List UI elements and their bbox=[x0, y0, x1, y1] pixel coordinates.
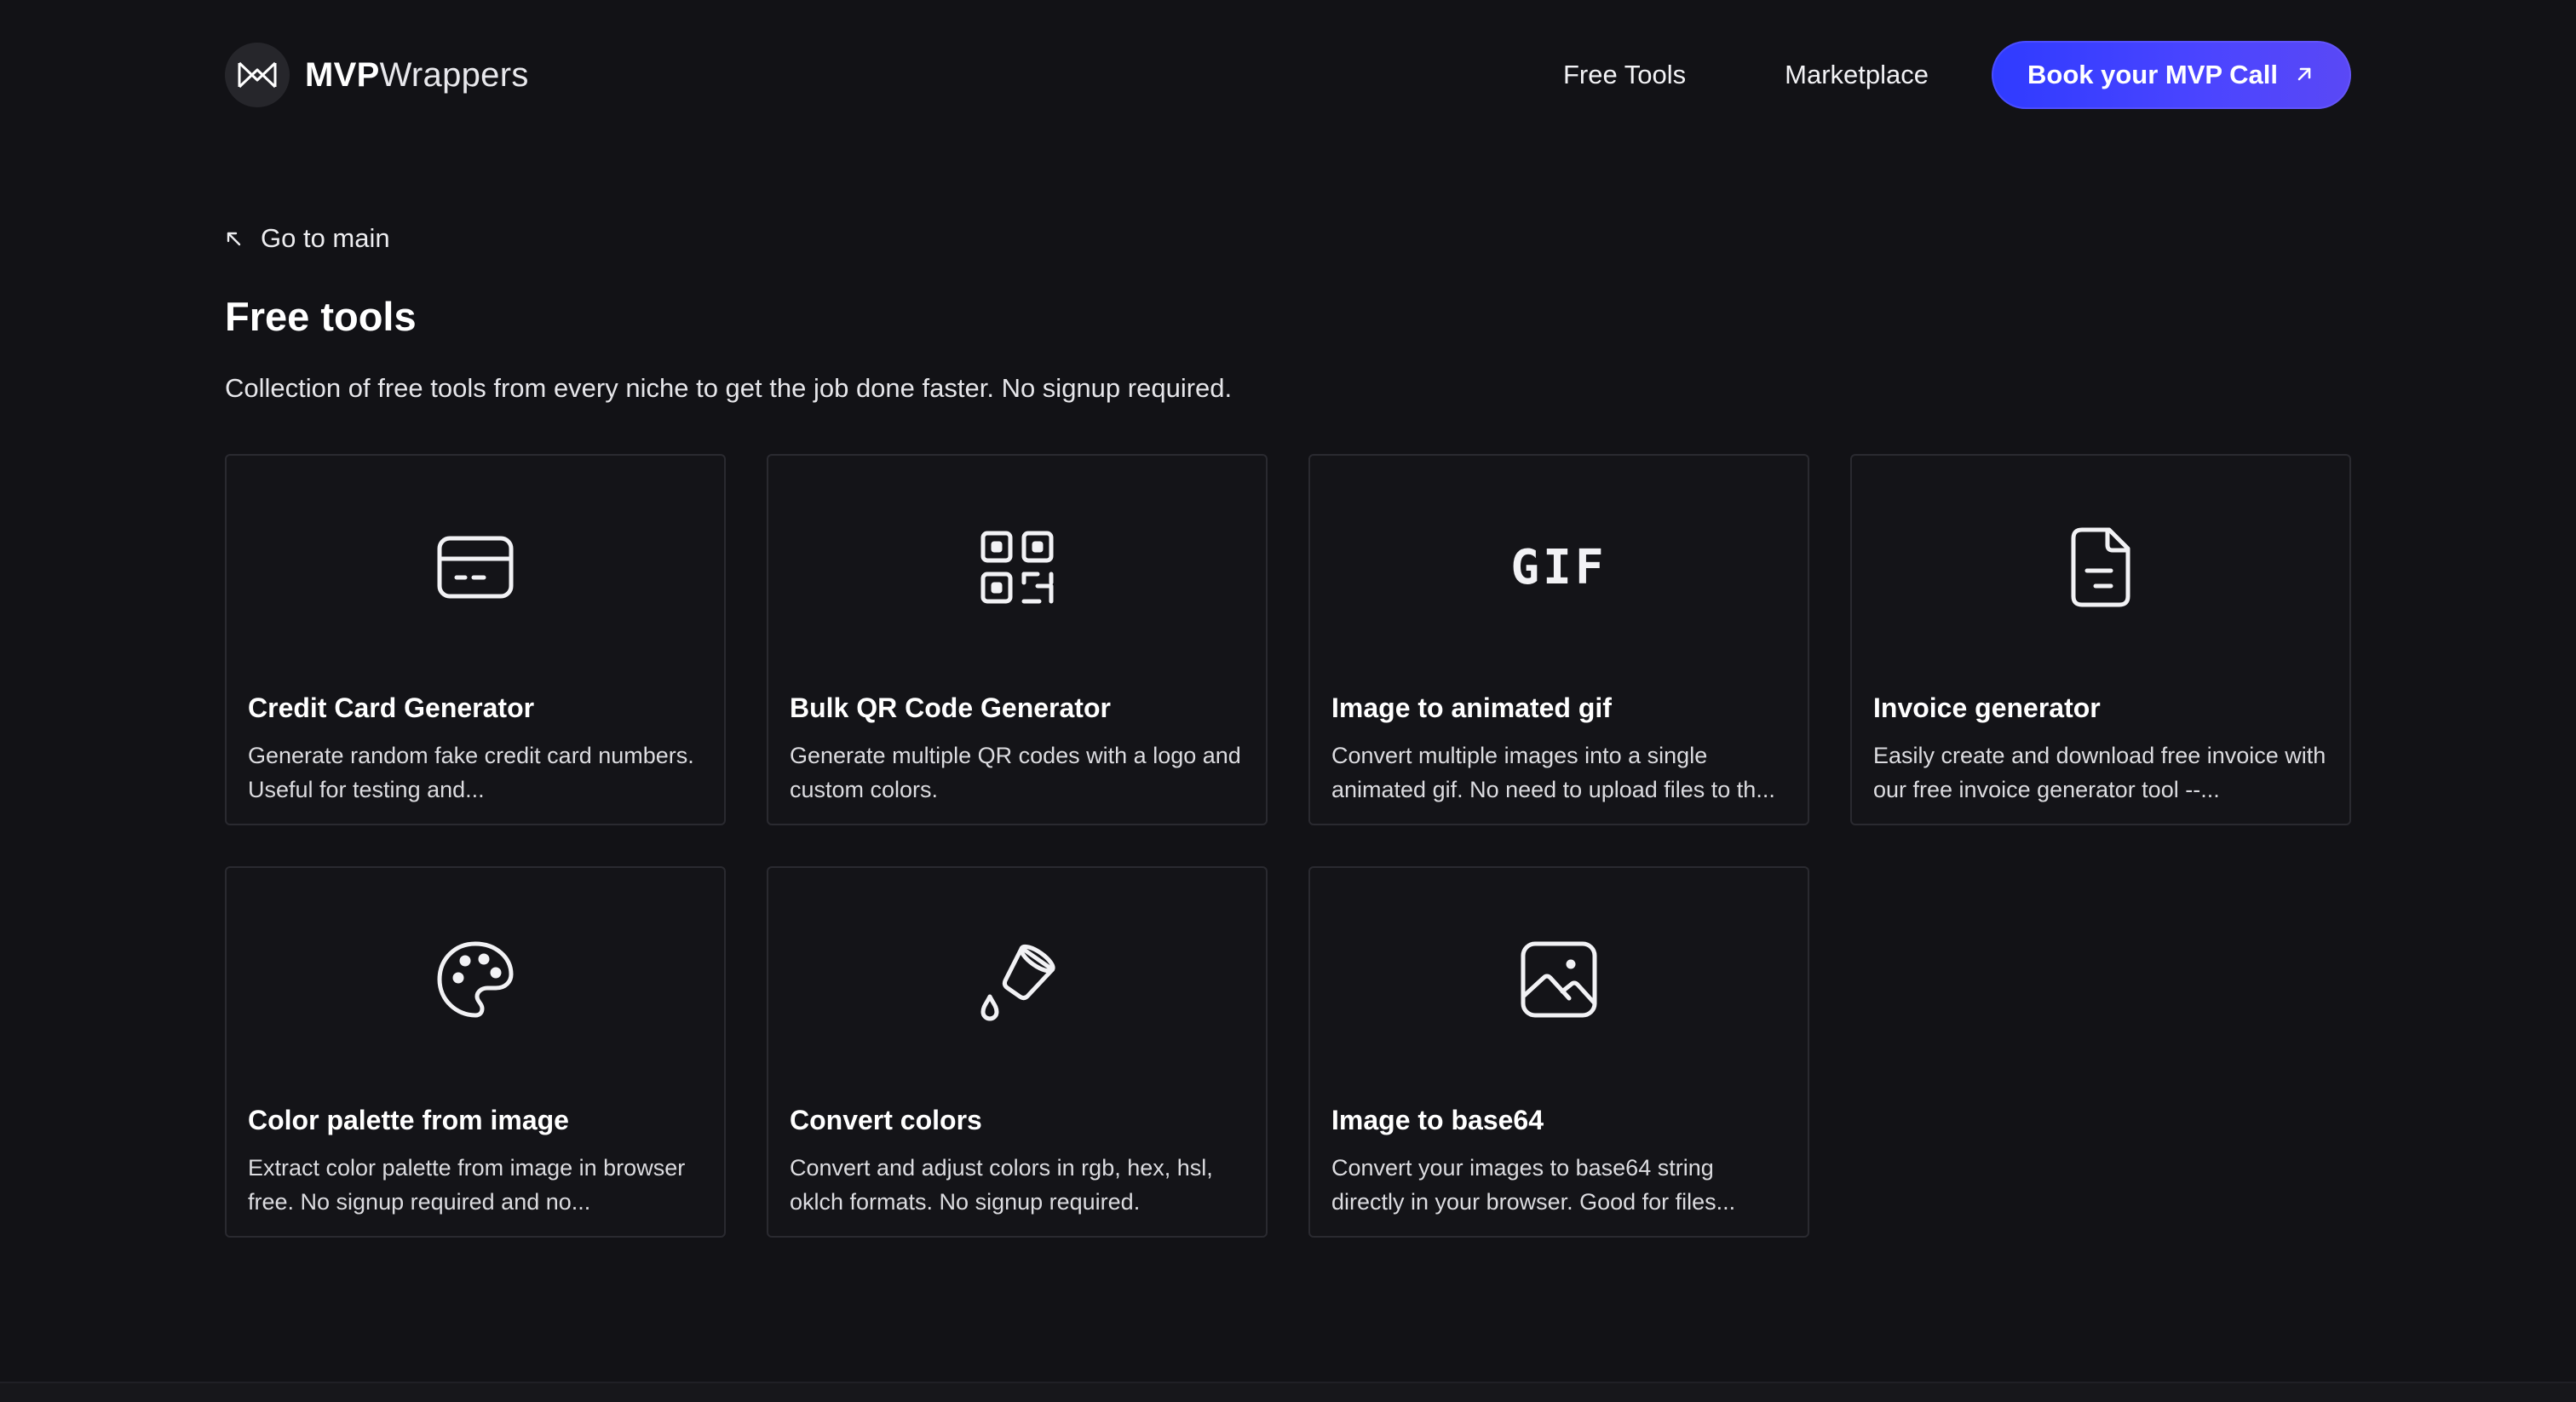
brand-name-light: Wrappers bbox=[379, 55, 529, 94]
tool-card-title: Color palette from image bbox=[248, 1105, 569, 1135]
brand-name: MVPWrappers bbox=[305, 56, 529, 95]
tool-card-title: Credit Card Generator bbox=[248, 692, 535, 723]
image-icon bbox=[1310, 933, 1808, 1026]
file-document-icon bbox=[1852, 520, 2349, 614]
arrow-up-right-icon bbox=[2295, 60, 2314, 90]
tool-card-bulk-qr-code-generator[interactable]: Bulk QR Code Generator Generate multiple… bbox=[767, 454, 1268, 825]
tool-card-invoice-generator[interactable]: Invoice generator Easily create and down… bbox=[1850, 454, 2351, 825]
gif-icon-text: GIF bbox=[1510, 539, 1607, 595]
page: MVPWrappers Free Tools Marketplace Book … bbox=[0, 0, 2576, 1402]
tool-card-description: Generate multiple QR codes with a logo a… bbox=[790, 743, 1241, 802]
paint-bucket-icon bbox=[768, 933, 1266, 1026]
nav-link-marketplace[interactable]: Marketplace bbox=[1785, 60, 1929, 90]
tool-card-image-to-base64[interactable]: Image to base64 Convert your images to b… bbox=[1308, 866, 1809, 1238]
tool-card-title: Convert colors bbox=[790, 1105, 982, 1135]
tool-card-credit-card-generator[interactable]: Credit Card Generator Generate random fa… bbox=[225, 454, 726, 825]
tool-card-description: Extract color palette from image in brow… bbox=[248, 1155, 686, 1215]
tool-card-color-palette-from-image[interactable]: Color palette from image Extract color p… bbox=[225, 866, 726, 1238]
brand-name-bold: MVP bbox=[305, 55, 380, 94]
tool-card-description: Convert your images to base64 string dir… bbox=[1331, 1155, 1736, 1215]
tool-card-convert-colors[interactable]: Convert colors Convert and adjust colors… bbox=[767, 866, 1268, 1238]
go-to-main-link[interactable]: Go to main bbox=[225, 223, 390, 254]
gif-icon: GIF bbox=[1310, 520, 1808, 614]
palette-icon bbox=[227, 933, 724, 1026]
credit-card-icon bbox=[227, 520, 724, 614]
tool-card-description: Convert and adjust colors in rgb, hex, h… bbox=[790, 1155, 1213, 1215]
nav-link-free-tools[interactable]: Free Tools bbox=[1563, 60, 1686, 90]
logo-icon bbox=[225, 43, 290, 107]
book-mvp-call-label: Book your MVP Call bbox=[2027, 60, 2278, 89]
tool-card-description: Easily create and download free invoice … bbox=[1873, 743, 2326, 802]
header: MVPWrappers Free Tools Marketplace Book … bbox=[225, 41, 2351, 109]
book-mvp-call-button[interactable]: Book your MVP Call bbox=[1992, 41, 2351, 109]
tools-grid: Credit Card Generator Generate random fa… bbox=[225, 454, 2351, 1238]
page-title: Free tools bbox=[225, 294, 417, 339]
tool-card-image-to-animated-gif[interactable]: GIF Image to animated gif Convert multip… bbox=[1308, 454, 1809, 825]
qr-code-icon bbox=[768, 520, 1266, 614]
main-nav: Free Tools Marketplace Book your MVP Cal… bbox=[1563, 41, 2351, 109]
tool-card-title: Image to animated gif bbox=[1331, 692, 1612, 723]
footer-divider bbox=[0, 1382, 2576, 1402]
go-to-main-label: Go to main bbox=[261, 223, 390, 253]
page-description: Collection of free tools from every nich… bbox=[225, 373, 1233, 403]
tool-card-title: Image to base64 bbox=[1331, 1105, 1544, 1135]
tool-card-title: Invoice generator bbox=[1873, 692, 2101, 723]
tool-card-title: Bulk QR Code Generator bbox=[790, 692, 1111, 723]
arrow-up-left-icon bbox=[225, 223, 242, 254]
tool-card-description: Convert multiple images into a single an… bbox=[1331, 743, 1775, 802]
tool-card-description: Generate random fake credit card numbers… bbox=[248, 743, 694, 802]
brand-logo-link[interactable]: MVPWrappers bbox=[225, 43, 529, 107]
